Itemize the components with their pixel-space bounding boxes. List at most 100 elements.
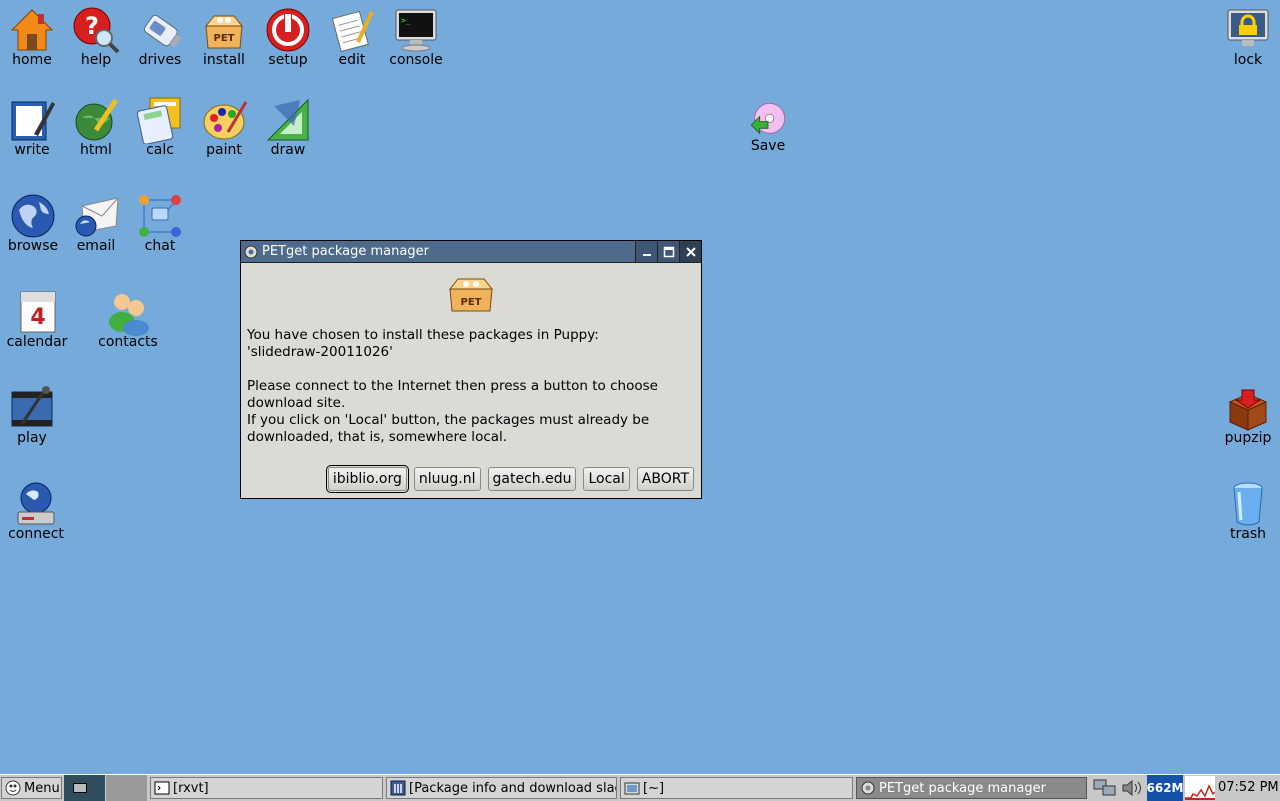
trash-icon: [1233, 482, 1263, 526]
task-label: [Package info and download slac: [409, 780, 617, 796]
minimize-icon: [642, 253, 651, 256]
desktop-icon-label: contacts: [98, 334, 158, 350]
desktop-icon-email[interactable]: email: [60, 192, 132, 254]
edit-icon: [331, 10, 374, 53]
desktop-icon-label: email: [76, 238, 116, 254]
maximize-icon: [663, 246, 674, 257]
memory-indicator: 662M: [1147, 775, 1184, 801]
desktop-icon-label: help: [80, 52, 112, 68]
desktop-icon-help[interactable]: ? help: [60, 6, 132, 68]
desktop-icon-pupzip[interactable]: pupzip: [1212, 384, 1280, 446]
gear-icon: [861, 781, 875, 795]
desktop-icon-console[interactable]: >_ console: [380, 6, 452, 68]
task-package-info[interactable]: [Package info and download slac: [386, 777, 617, 799]
desktop-icon-label: console: [389, 52, 443, 68]
desktop-icon-label: pupzip: [1224, 430, 1272, 446]
calc-icon: [136, 97, 181, 144]
contacts-icon: [109, 294, 149, 336]
desktop-icon-contacts[interactable]: contacts: [92, 288, 164, 350]
task-home-folder[interactable]: [~]: [620, 777, 853, 799]
desktop-icon-draw[interactable]: draw: [252, 96, 324, 158]
task-label: [rxvt]: [173, 780, 209, 796]
petget-dialog: PETget package manager PET You have chos…: [240, 240, 702, 499]
desktop-icon-label: draw: [270, 142, 306, 158]
desktop-icon-install[interactable]: PET install: [188, 6, 260, 68]
desktop-icon-play[interactable]: play: [0, 384, 68, 446]
ibiblio-button[interactable]: ibiblio.org: [325, 465, 409, 493]
desktop-icon-write[interactable]: write: [0, 96, 68, 158]
nluug-button[interactable]: nluug.nl: [413, 467, 481, 491]
desktop-icon-setup[interactable]: setup: [252, 6, 324, 68]
desktop-icon-calc[interactable]: calc: [124, 96, 196, 158]
package-name: 'slidedraw-20011026': [247, 344, 393, 360]
install-icon: PET: [204, 15, 244, 49]
desktop-icon-label: calc: [146, 142, 174, 158]
pupzip-icon: [1228, 389, 1268, 431]
pet-package-icon: PET: [448, 278, 494, 312]
menu-label: Menu: [24, 780, 60, 796]
desktop-icon-label: paint: [206, 142, 242, 158]
console-icon: >_: [395, 9, 437, 52]
dialog-titlebar[interactable]: PETget package manager: [241, 241, 701, 263]
dialog-button-row: ibiblio.org nluug.nl gatech.edu Local AB…: [325, 465, 694, 493]
desktop-icon-lock[interactable]: lock: [1212, 6, 1280, 68]
desktop-icon-paint[interactable]: paint: [188, 96, 260, 158]
desktop-icon-html[interactable]: html: [60, 96, 132, 158]
email-icon: [75, 197, 119, 237]
filer-icon: [624, 782, 640, 795]
window-app-icon: [390, 780, 406, 796]
chat-icon: [139, 195, 181, 237]
desktop-icon-drives[interactable]: drives: [124, 6, 196, 68]
minimize-button[interactable]: [635, 241, 657, 262]
maximize-button[interactable]: [657, 241, 679, 262]
desktop-icon-label: html: [80, 142, 112, 158]
desktop-icon-edit[interactable]: edit: [316, 6, 388, 68]
task-petget[interactable]: PETget package manager: [856, 777, 1087, 799]
desktop-icon-calendar[interactable]: 4 calendar: [1, 288, 73, 350]
close-button[interactable]: [679, 241, 701, 262]
taskbar: Menu [rxvt] [Package info and download s…: [0, 774, 1280, 801]
task-rxvt[interactable]: [rxvt]: [150, 777, 383, 799]
desktop-icon-chat[interactable]: chat: [124, 192, 196, 254]
svg-text:4: 4: [30, 305, 45, 330]
abort-button[interactable]: ABORT: [636, 467, 694, 491]
desktop-icon-label: connect: [8, 526, 64, 542]
desktop-icon-trash[interactable]: trash: [1212, 480, 1280, 542]
calendar-icon: 4: [20, 291, 56, 333]
desktop-icon-home[interactable]: home: [0, 6, 68, 68]
clock: 07:52 PM: [1218, 780, 1279, 795]
desktop-icon-label: lock: [1233, 52, 1263, 68]
menu-button[interactable]: Menu: [1, 777, 62, 799]
network-icon[interactable]: [1093, 778, 1117, 798]
desktop-icon-label: chat: [144, 238, 176, 254]
desktop-icon-browse[interactable]: browse: [0, 192, 69, 254]
play-icon: [11, 386, 53, 427]
desktop-icon-label: Save: [750, 138, 786, 154]
task-label: PETget package manager: [879, 780, 1046, 796]
desktop-icon-label: write: [14, 142, 50, 158]
local-button[interactable]: Local: [583, 467, 630, 491]
dialog-message-line: If you click on 'Local' button, the pack…: [247, 412, 650, 445]
save-icon: [750, 102, 786, 135]
draw-icon: [266, 98, 309, 141]
dialog-message-line: Please connect to the Internet then pres…: [247, 378, 658, 411]
pager-desktop-2[interactable]: [106, 775, 147, 801]
close-icon: [685, 246, 696, 257]
home-icon: [10, 9, 54, 51]
lock-icon: [1227, 9, 1269, 46]
svg-text:PET: PET: [461, 297, 482, 308]
paint-icon: [203, 101, 248, 140]
drives-icon: [143, 14, 182, 48]
pager-desktop-1[interactable]: [64, 775, 105, 801]
gatech-button[interactable]: gatech.edu: [487, 467, 577, 491]
desktop-icon-save[interactable]: Save: [732, 100, 804, 154]
desktop-icon-connect[interactable]: connect: [0, 480, 72, 542]
cpu-graph-icon: [1185, 776, 1215, 800]
desktop-icon-label: home: [12, 52, 52, 68]
volume-icon[interactable]: [1121, 779, 1143, 797]
desktop-icon-label: install: [203, 52, 245, 68]
desktop-icon-label: browse: [7, 238, 59, 254]
desktop-icon-label: trash: [1230, 526, 1266, 542]
svg-text:>_: >_: [401, 16, 411, 25]
html-icon: [75, 98, 119, 141]
